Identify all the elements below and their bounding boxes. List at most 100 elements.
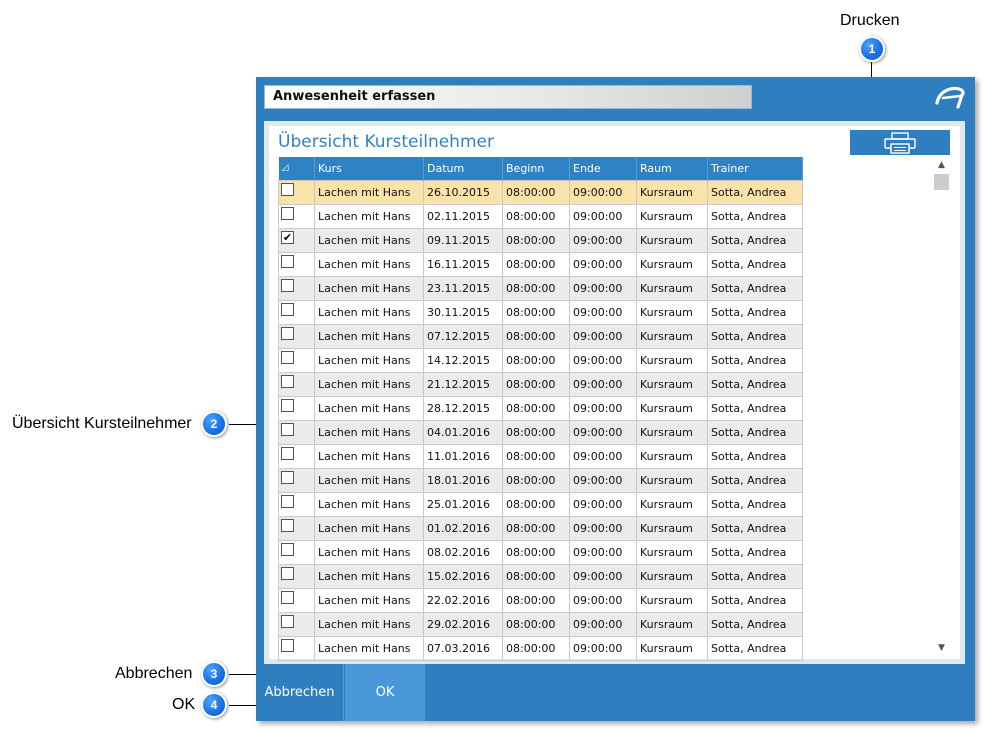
row-checkbox[interactable]: [281, 519, 294, 532]
callout-badge-1: 1: [859, 36, 885, 62]
row-checkbox[interactable]: [281, 447, 294, 460]
cell-raum: Kursraum: [636, 395, 708, 421]
row-checkbox-cell[interactable]: [278, 179, 315, 205]
row-checkbox[interactable]: [281, 279, 294, 292]
cell-datum: 15.02.2016: [423, 563, 503, 589]
cell-trainer: Sotta, Andrea: [707, 467, 803, 493]
table-row[interactable]: ✔ Lachen mit Hans 09.11.2015 08:00:00 09:00:…: [278, 227, 803, 253]
table-row[interactable]: Lachen mit Hans 02.11.2015 08:00:00 09:00:0…: [278, 203, 803, 229]
column-header-trainer[interactable]: Trainer: [707, 157, 803, 180]
table-row[interactable]: Lachen mit Hans 25.01.2016 08:00:00 09:00:0…: [278, 491, 803, 517]
row-checkbox-cell[interactable]: [278, 491, 315, 517]
row-checkbox[interactable]: [281, 567, 294, 580]
table-row[interactable]: Lachen mit Hans 23.11.2015 08:00:00 09:00:0…: [278, 275, 803, 301]
row-checkbox[interactable]: [281, 639, 294, 652]
cell-beginn: 08:00:00: [502, 611, 570, 637]
cell-trainer: Sotta, Andrea: [707, 203, 803, 229]
cell-kurs: Lachen mit Hans: [314, 203, 424, 229]
vertical-scrollbar[interactable]: ▲ ▼: [933, 158, 950, 655]
row-checkbox-cell[interactable]: [278, 587, 315, 613]
cancel-button[interactable]: Abbrechen: [256, 664, 344, 721]
row-checkbox-cell[interactable]: [278, 251, 315, 277]
table-row[interactable]: Lachen mit Hans 14.12.2015 08:00:00 09:00:0…: [278, 347, 803, 373]
cell-ende: 09:00:00: [569, 395, 637, 421]
row-checkbox-cell[interactable]: [278, 515, 315, 541]
cell-trainer: Sotta, Andrea: [707, 515, 803, 541]
cell-beginn: 08:00:00: [502, 275, 570, 301]
row-checkbox[interactable]: [281, 615, 294, 628]
row-checkbox[interactable]: [281, 423, 294, 436]
table-row[interactable]: Lachen mit Hans 11.01.2016 08:00:00 09:00:0…: [278, 443, 803, 469]
cell-datum: 16.11.2015: [423, 251, 503, 277]
cell-trainer: Sotta, Andrea: [707, 395, 803, 421]
table-row[interactable]: Lachen mit Hans 29.02.2016 08:00:00 09:00:0…: [278, 611, 803, 637]
row-checkbox[interactable]: ✔: [281, 231, 294, 244]
attendance-dialog: Anwesenheit erfassen Übersicht Kursteiln…: [256, 77, 975, 721]
row-checkbox-cell[interactable]: [278, 347, 315, 373]
table-row[interactable]: Lachen mit Hans 26.10.2015 08:00:00 09:00:0…: [278, 179, 803, 205]
table-row[interactable]: Lachen mit Hans 28.12.2015 08:00:00 09:00:0…: [278, 395, 803, 421]
row-checkbox[interactable]: [281, 543, 294, 556]
cell-datum: 28.12.2015: [423, 395, 503, 421]
row-checkbox-cell[interactable]: ✔: [278, 227, 315, 253]
table-row[interactable]: Lachen mit Hans 21.12.2015 08:00:00 09:00:0…: [278, 371, 803, 397]
row-checkbox[interactable]: [281, 327, 294, 340]
row-checkbox[interactable]: [281, 207, 294, 220]
scroll-thumb[interactable]: [934, 174, 949, 190]
row-checkbox[interactable]: [281, 351, 294, 364]
row-checkbox[interactable]: [281, 591, 294, 604]
row-checkbox-cell[interactable]: [278, 395, 315, 421]
row-checkbox-cell[interactable]: [278, 299, 315, 325]
row-checkbox-cell[interactable]: [278, 611, 315, 637]
row-checkbox-cell[interactable]: [278, 203, 315, 229]
cell-raum: Kursraum: [636, 251, 708, 277]
row-checkbox-cell[interactable]: [278, 563, 315, 589]
cell-beginn: 08:00:00: [502, 395, 570, 421]
column-header-datum[interactable]: Datum: [423, 157, 503, 180]
table-row[interactable]: Lachen mit Hans 01.02.2016 08:00:00 09:00:0…: [278, 515, 803, 541]
print-button[interactable]: [850, 130, 950, 155]
table-row[interactable]: Lachen mit Hans 22.02.2016 08:00:00 09:00:0…: [278, 587, 803, 613]
row-checkbox[interactable]: [281, 183, 294, 196]
cell-kurs: Lachen mit Hans: [314, 275, 424, 301]
cell-ende: 09:00:00: [569, 299, 637, 325]
row-checkbox-cell[interactable]: [278, 275, 315, 301]
table-row[interactable]: Lachen mit Hans 07.12.2015 08:00:00 09:00:0…: [278, 323, 803, 349]
row-checkbox-cell[interactable]: [278, 635, 315, 661]
table-row[interactable]: Lachen mit Hans 04.01.2016 08:00:00 09:00:0…: [278, 419, 803, 445]
column-header-ende[interactable]: Ende: [569, 157, 637, 180]
table-row[interactable]: Lachen mit Hans 15.02.2016 08:00:00 09:00:0…: [278, 563, 803, 589]
row-checkbox-cell[interactable]: [278, 539, 315, 565]
cell-ende: 09:00:00: [569, 347, 637, 373]
row-checkbox-cell[interactable]: [278, 323, 315, 349]
row-checkbox-cell[interactable]: [278, 371, 315, 397]
sort-indicator-icon[interactable]: ◿: [278, 157, 315, 180]
table-row[interactable]: Lachen mit Hans 07.03.2016 08:00:00 09:00:0…: [278, 635, 803, 661]
cell-kurs: Lachen mit Hans: [314, 587, 424, 613]
row-checkbox[interactable]: [281, 375, 294, 388]
cell-trainer: Sotta, Andrea: [707, 299, 803, 325]
row-checkbox-cell[interactable]: [278, 419, 315, 445]
callout-label-drucken: Drucken: [840, 12, 900, 29]
column-header-kurs[interactable]: Kurs: [314, 157, 424, 180]
row-checkbox[interactable]: [281, 303, 294, 316]
cell-trainer: Sotta, Andrea: [707, 227, 803, 253]
table-row[interactable]: Lachen mit Hans 30.11.2015 08:00:00 09:00:0…: [278, 299, 803, 325]
scroll-up-icon[interactable]: ▲: [933, 158, 950, 172]
column-header-beginn[interactable]: Beginn: [502, 157, 570, 180]
table-row[interactable]: Lachen mit Hans 08.02.2016 08:00:00 09:00:0…: [278, 539, 803, 565]
row-checkbox-cell[interactable]: [278, 443, 315, 469]
row-checkbox[interactable]: [281, 471, 294, 484]
row-checkbox-cell[interactable]: [278, 467, 315, 493]
cell-trainer: Sotta, Andrea: [707, 419, 803, 445]
cell-raum: Kursraum: [636, 635, 708, 661]
row-checkbox[interactable]: [281, 399, 294, 412]
row-checkbox[interactable]: [281, 495, 294, 508]
table-row[interactable]: Lachen mit Hans 18.01.2016 08:00:00 09:00:0…: [278, 467, 803, 493]
cell-raum: Kursraum: [636, 467, 708, 493]
column-header-raum[interactable]: Raum: [636, 157, 708, 180]
ok-button[interactable]: OK: [345, 664, 425, 721]
scroll-down-icon[interactable]: ▼: [933, 641, 950, 655]
row-checkbox[interactable]: [281, 255, 294, 268]
table-row[interactable]: Lachen mit Hans 16.11.2015 08:00:00 09:00:0…: [278, 251, 803, 277]
